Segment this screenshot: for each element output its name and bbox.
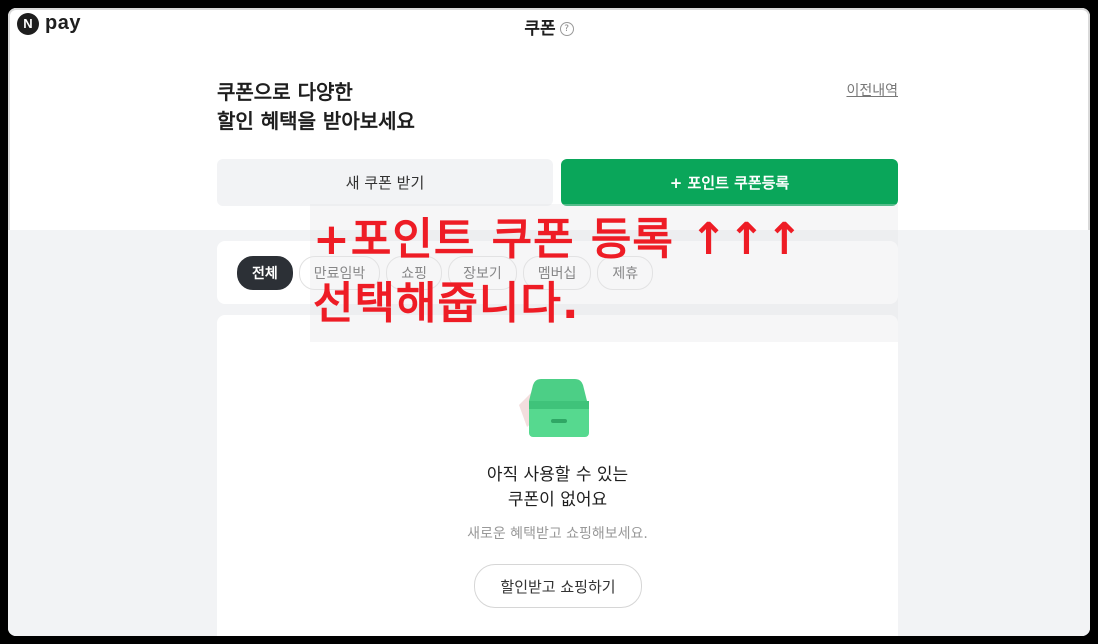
app-window: N pay 쿠폰? 쿠폰으로 다양한 할인 혜택을 받아보세요 이전내역 새 쿠… [8,8,1090,636]
headline: 쿠폰으로 다양한 할인 혜택을 받아보세요 [217,78,415,136]
filter-chip-all[interactable]: 전체 [237,255,293,290]
help-icon[interactable]: ? [559,22,574,36]
headline-line1: 쿠폰으로 다양한 [217,80,353,104]
new-coupon-button[interactable]: 새 쿠폰 받기 [217,159,553,206]
empty-title-line2: 쿠폰이 없어요 [507,490,608,510]
empty-box-icon [519,379,589,437]
page-title-text: 쿠폰 [524,19,556,39]
history-link[interactable]: 이전내역 [846,80,898,100]
coupon-list-card: 아직 사용할 수 있는 쿠폰이 없어요 새로운 혜택받고 쇼핑해보세요. 할인받… [217,315,898,636]
register-coupon-button[interactable]: + 포인트 쿠폰등록 [561,159,898,206]
empty-title-line1: 아직 사용할 수 있는 [486,465,629,485]
annotation-text: +포인트 쿠폰 등록 ↑↑↑ 선택해줍니다. [313,208,804,336]
empty-title: 아직 사용할 수 있는 쿠폰이 없어요 [217,463,898,513]
annotation-line2: 선택해줍니다. [313,278,580,329]
page-title: 쿠폰? [8,14,1090,39]
shop-discount-button[interactable]: 할인받고 쇼핑하기 [474,564,642,608]
annotation-line1: +포인트 쿠폰 등록 ↑↑↑ [313,214,804,265]
headline-line2: 할인 혜택을 받아보세요 [217,109,415,133]
empty-subtitle: 새로운 혜택받고 쇼핑해보세요. [467,526,648,542]
